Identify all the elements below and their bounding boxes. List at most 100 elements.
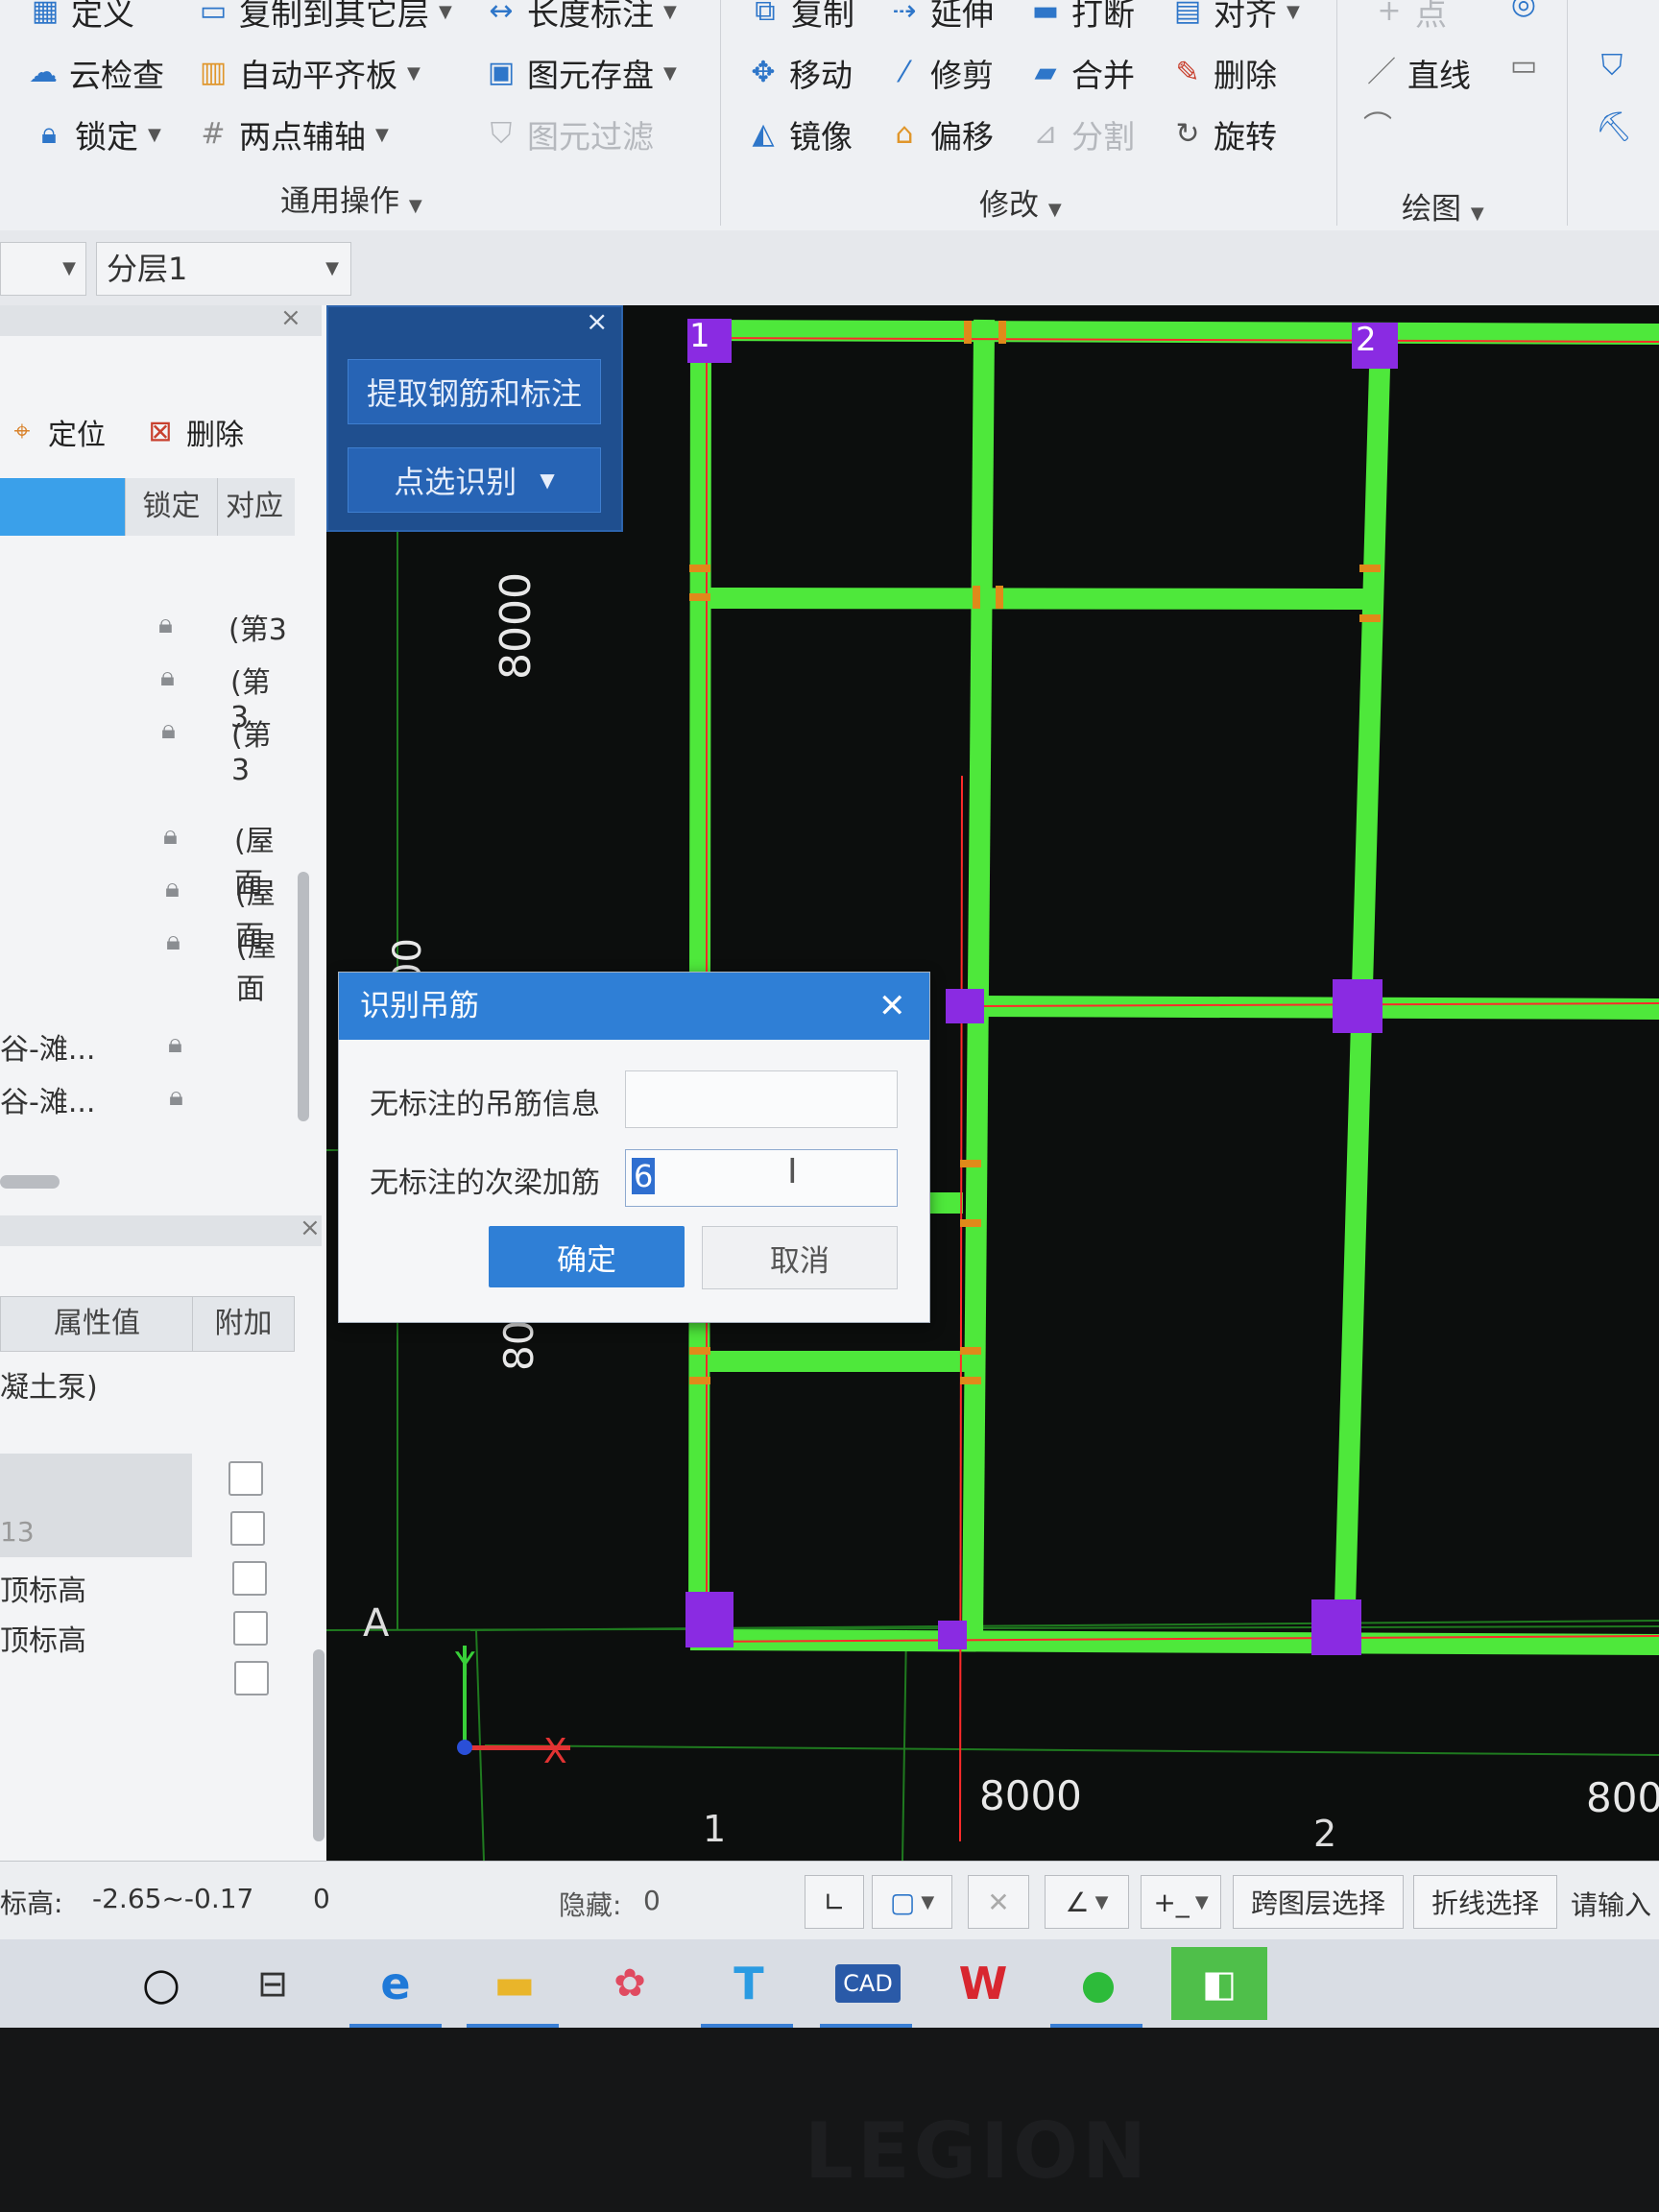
lock-icon[interactable]: 🔒︎ [166, 925, 180, 957]
auto-align-slab-button[interactable]: ▥ 自动平齐板 ▼ [197, 50, 421, 96]
element-save-button[interactable]: ▣ 图元存盘 ▼ [485, 50, 677, 96]
offset-button[interactable]: ⌂ 偏移 [888, 111, 994, 157]
property-row[interactable]: 13 [0, 1507, 192, 1557]
glodon-icon[interactable]: ◧ [1171, 1947, 1267, 2020]
trim-button[interactable]: ⁄ 修剪 [888, 50, 994, 96]
draw-group-label[interactable]: 绘图 ▼ [1402, 184, 1484, 228]
break-icon: ▬ [1031, 0, 1060, 28]
column-header-value[interactable]: 属性值 [0, 1296, 194, 1352]
floor-combo[interactable]: ▼ [0, 242, 86, 296]
lock-icon[interactable]: 🔒︎ [163, 819, 178, 852]
baidu-icon[interactable]: ✿ [591, 1947, 668, 2020]
list-item[interactable]: 🔒︎ (屋面 [0, 862, 288, 953]
explorer-icon[interactable]: ▬ [476, 1947, 553, 2020]
circle-tool-button[interactable]: ◎ [1507, 0, 1540, 21]
lock-icon[interactable]: 🔒︎ [169, 1080, 183, 1113]
list-item[interactable]: 🔒︎ (第3 [0, 651, 288, 734]
t-icon[interactable]: T [710, 1947, 787, 2020]
close-icon[interactable]: ✕ [878, 973, 906, 1040]
property-row[interactable]: 顶标高 [0, 1607, 192, 1660]
polyline-select-button[interactable]: 折线选择 [1413, 1875, 1557, 1929]
lock-icon[interactable]: 🔒︎ [158, 608, 173, 640]
ribbon-separator [720, 0, 721, 226]
extra-checkbox[interactable] [228, 1461, 263, 1496]
close-icon[interactable]: × [300, 1214, 321, 1242]
column-header-lock[interactable]: 锁定 [125, 478, 217, 536]
lock-icon[interactable]: 🔒︎ [161, 713, 176, 746]
align-button[interactable]: ▤ 对齐 ▼ [1171, 0, 1300, 35]
cancel-button[interactable]: 取消 [702, 1226, 898, 1289]
list-item[interactable]: 🔒︎ (第3 [0, 704, 288, 787]
break-button[interactable]: ▬ 打断 [1029, 0, 1135, 35]
ok-button[interactable]: 确定 [489, 1226, 685, 1287]
list-item[interactable]: 谷-滩... 🔒︎ [0, 1070, 288, 1123]
list-item[interactable]: 🔒︎ (第3 [0, 598, 288, 651]
cloud-check-button[interactable]: ☁ 云检查 [27, 50, 164, 96]
task-view-icon[interactable]: ⊟ [234, 1947, 311, 2020]
close-icon[interactable]: × [586, 305, 608, 337]
extra-checkbox[interactable] [234, 1661, 269, 1695]
element-filter-button[interactable]: ⛉ 图元过滤 [485, 111, 654, 157]
edge-icon[interactable]: e [357, 1947, 434, 2020]
general-group-label[interactable]: 通用操作 ▼ [280, 177, 422, 220]
mirror-button[interactable]: ◭ 镜像 [747, 111, 853, 157]
split-button[interactable]: ⊿ 分割 [1029, 111, 1135, 157]
vertical-scrollbar[interactable] [313, 1649, 325, 1841]
arc-button[interactable]: ⌒ [1361, 111, 1394, 144]
cross-toggle[interactable]: ✕ [968, 1875, 1029, 1929]
cross-layer-select-button[interactable]: 跨图层选择 [1233, 1875, 1404, 1929]
wechat-icon[interactable]: ● [1060, 1947, 1137, 2020]
lock-button[interactable]: 🔒︎ 锁定 ▼ [33, 111, 161, 157]
ortho-toggle[interactable]: ∟ [805, 1875, 864, 1929]
two-point-axis-button[interactable]: # 两点辅轴 ▼ [197, 111, 388, 157]
lock-icon[interactable]: 🔒︎ [160, 661, 175, 693]
define-button[interactable]: ▦ 定义 [29, 0, 134, 35]
ucs-x-label: X [543, 1732, 567, 1771]
property-row[interactable]: 顶标高 [0, 1557, 192, 1610]
point-select-button[interactable]: 点选识别 ▼ [348, 447, 601, 513]
wps-icon[interactable]: W [945, 1947, 1022, 2020]
property-row[interactable] [0, 1454, 192, 1507]
copy-to-layer-button[interactable]: ▭ 复制到其它层 ▼ [197, 0, 452, 35]
extra-checkbox[interactable] [230, 1511, 265, 1546]
move-button[interactable]: ✥ 移动 [747, 50, 853, 96]
length-dim-button[interactable]: ↔ 长度标注 ▼ [485, 0, 676, 35]
extend-button[interactable]: ⇢ 延伸 [888, 0, 994, 35]
close-icon[interactable]: × [280, 303, 301, 332]
secondary-beam-rebar-input[interactable]: 6 I [625, 1149, 898, 1207]
angle-toggle[interactable]: ∠ ▼ [1045, 1875, 1129, 1929]
rectangle-tool-button[interactable]: ▭ [1507, 50, 1540, 83]
modify-group-label[interactable]: 修改 ▼ [979, 180, 1062, 224]
column-header-corr[interactable]: 对应 [217, 478, 295, 536]
circle-icon[interactable]: ○ [123, 1947, 200, 2020]
column-header-extra[interactable]: 附加 [192, 1296, 295, 1352]
point-button[interactable]: + 点 [1373, 0, 1447, 35]
snap-toggle[interactable]: ▢ ▼ [872, 1875, 952, 1929]
list-item[interactable]: 🔒︎ (屋面 [0, 915, 288, 1006]
list-item[interactable]: 🔒︎ (屋面 [0, 809, 288, 901]
layer-combo[interactable]: 分层1 ▼ [96, 242, 351, 296]
locate-button[interactable]: ⌖ 定位 [6, 411, 106, 453]
delete-button[interactable]: ✎ 删除 [1171, 50, 1277, 96]
filter-button[interactable]: ⛉ [1596, 50, 1628, 83]
copy-button[interactable]: ⧉ 复制 [749, 0, 854, 35]
property-row[interactable]: 凝土泵) [0, 1354, 192, 1407]
lock-icon[interactable]: 🔒︎ [165, 872, 180, 904]
list-item[interactable]: 谷-滩... 🔒︎ [0, 1018, 288, 1070]
hanger-info-input[interactable] [625, 1070, 898, 1128]
extract-rebar-button[interactable]: 提取钢筋和标注 [348, 359, 601, 424]
panel-delete-button[interactable]: ⊠ 删除 [144, 411, 244, 453]
paint-button[interactable]: ⛏ [1596, 111, 1632, 144]
rotate-button[interactable]: ↻ 旋转 [1171, 111, 1277, 157]
extra-checkbox[interactable] [232, 1561, 267, 1596]
merge-button[interactable]: ▰ 合并 [1029, 50, 1135, 96]
cad-icon[interactable]: CAD [830, 1947, 906, 2020]
vertical-scrollbar[interactable] [298, 872, 309, 1121]
offset-toggle[interactable]: +_ ▼ [1141, 1875, 1221, 1929]
line-button[interactable]: ／直线 [1365, 50, 1471, 96]
horizontal-scrollbar[interactable] [0, 1175, 60, 1189]
extra-checkbox[interactable] [233, 1611, 268, 1646]
column-header-selected[interactable] [0, 478, 125, 536]
lock-icon[interactable]: 🔒︎ [168, 1027, 182, 1060]
secondary-beam-rebar-label: 无标注的次梁加筋 [370, 1166, 600, 1200]
